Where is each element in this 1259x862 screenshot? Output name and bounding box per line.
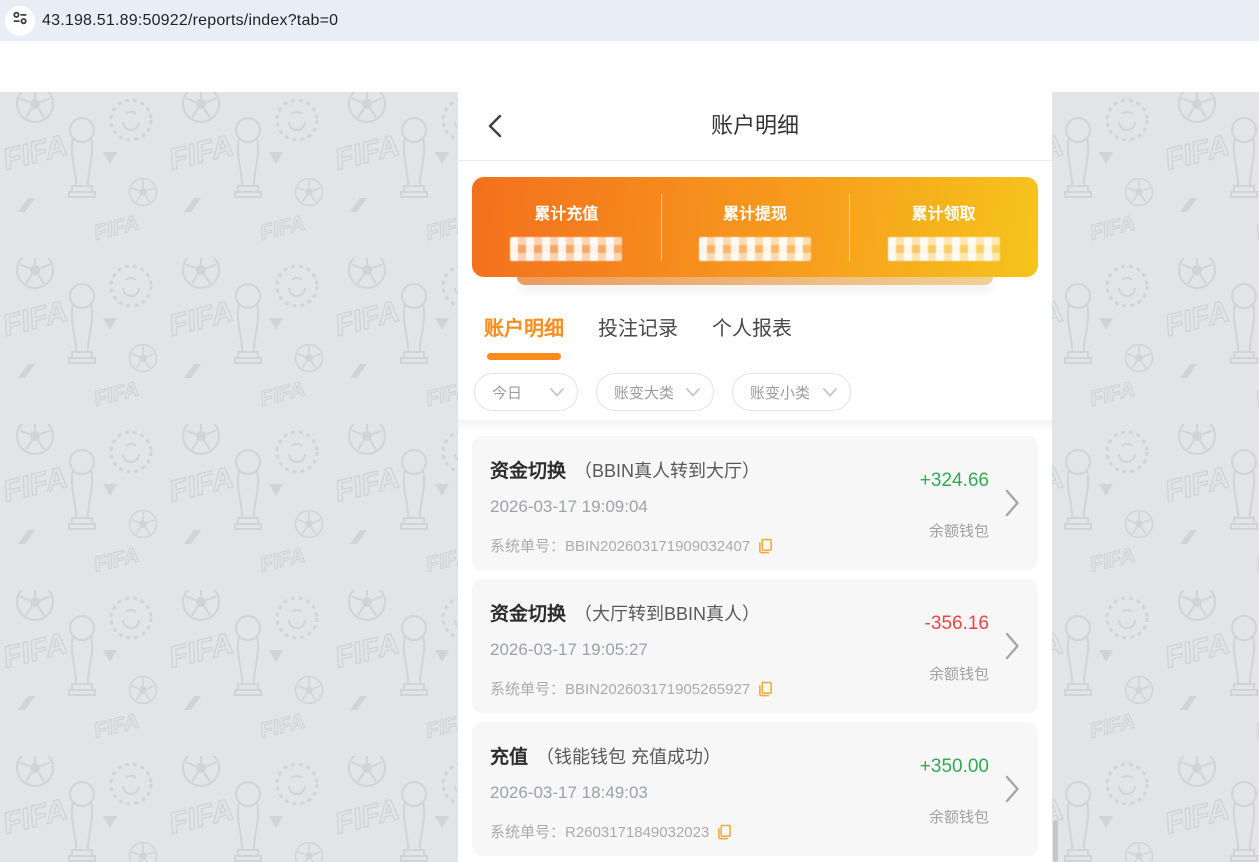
url-text[interactable]: 43.198.51.89:50922/reports/index?tab=0 <box>42 12 338 30</box>
copy-icon <box>718 824 732 839</box>
transaction-type: 资金切换 （大厅转到BBIN真人） <box>490 599 760 626</box>
transaction-list: 资金切换 （BBIN真人转到大厅） 2026-03-17 19:09:04 系统单… <box>472 436 1038 856</box>
transaction-note: （钱能钱包 充值成功） <box>536 747 722 767</box>
back-button[interactable] <box>484 114 506 140</box>
chevron-down-icon <box>686 384 700 401</box>
transaction-wallet: 余额钱包 <box>928 666 989 683</box>
filters: 今日 账变大类 账变小类 <box>474 373 1052 411</box>
transaction-type: 充值 （钱能钱包 充值成功） <box>490 742 721 769</box>
filters-bottom-shadow <box>458 420 1052 432</box>
filter-minor-category-dropdown[interactable]: 账变小类 <box>732 373 851 411</box>
transaction-type-label: 充值 <box>490 747 529 768</box>
stat-total-claimed: 累计领取 <box>849 177 1038 277</box>
transaction-datetime: 2026-03-17 19:05:27 <box>490 640 648 659</box>
transaction-note: （大厅转到BBIN真人） <box>574 604 761 624</box>
copy-icon <box>759 538 773 553</box>
copy-button[interactable] <box>717 824 732 840</box>
stat-label: 累计领取 <box>911 206 976 223</box>
active-tab-underline <box>487 353 561 360</box>
tab-personal-report[interactable]: 个人报表 <box>712 312 792 341</box>
transaction-order: 系统单号：BBIN202603171905265927 <box>490 678 773 699</box>
transaction-order: 系统单号：BBIN202603171909032407 <box>490 535 773 556</box>
stat-total-deposit: 累计充值 <box>472 177 661 277</box>
transaction-order: 系统单号：R2603171849032023 <box>490 821 732 842</box>
order-number: 系统单号：R2603171849032023 <box>490 824 710 841</box>
filter-date-dropdown[interactable]: 今日 <box>474 373 578 411</box>
filter-label: 账变大类 <box>614 384 675 402</box>
chevron-down-icon <box>823 384 837 401</box>
masked-value <box>699 237 811 261</box>
filter-label: 账变小类 <box>750 384 811 402</box>
filter-label: 今日 <box>492 384 523 402</box>
masked-value <box>887 237 1000 261</box>
site-settings-button[interactable] <box>5 5 35 36</box>
transaction-row[interactable]: 资金切换 （BBIN真人转到大厅） 2026-03-17 19:09:04 系统单… <box>472 436 1038 570</box>
stat-label: 累计提现 <box>723 206 788 223</box>
order-number: 系统单号：BBIN202603171909032407 <box>490 538 751 555</box>
transaction-row[interactable]: 充值 （钱能钱包 充值成功） 2026-03-17 18:49:03 系统单号：R… <box>472 722 1038 856</box>
chevron-left-icon <box>486 114 504 141</box>
browser-address-bar: 43.198.51.89:50922/reports/index?tab=0 <box>0 0 1259 41</box>
tab-label: 投注记录 <box>598 318 678 340</box>
chevron-down-icon <box>550 384 564 401</box>
page-header: 账户明细 <box>458 92 1052 161</box>
copy-button[interactable] <box>758 681 773 697</box>
masked-value <box>510 237 623 261</box>
transaction-wallet: 余额钱包 <box>928 523 989 540</box>
chevron-right-icon <box>1005 489 1020 522</box>
app-content: 账户明细 累计充值 累计提现 累计领取 账户明细 投注记录 个人报表 今日 账变… <box>458 92 1052 862</box>
tune-toggles-icon <box>11 9 29 32</box>
transaction-amount: +350.00 <box>919 756 989 777</box>
tab-label: 账户明细 <box>484 318 564 340</box>
transaction-amount: +324.66 <box>919 470 989 491</box>
transaction-type-label: 资金切换 <box>490 461 567 482</box>
transaction-row[interactable]: 资金切换 （大厅转到BBIN真人） 2026-03-17 19:05:27 系统单… <box>472 579 1038 713</box>
transaction-amount: -356.16 <box>924 613 989 634</box>
chevron-right-icon <box>1005 775 1020 808</box>
tab-bet-records[interactable]: 投注记录 <box>598 312 678 341</box>
transaction-wallet: 余额钱包 <box>928 809 989 826</box>
copy-button[interactable] <box>758 538 773 554</box>
stat-label: 累计充值 <box>534 206 599 223</box>
transaction-type-label: 资金切换 <box>490 604 567 625</box>
scrollbar-thumb[interactable] <box>1053 820 1058 862</box>
chevron-right-icon <box>1005 632 1020 665</box>
order-number: 系统单号：BBIN202603171905265927 <box>490 681 751 698</box>
copy-icon <box>759 681 773 696</box>
tabs: 账户明细 投注记录 个人报表 <box>484 312 1052 360</box>
stats-card: 累计充值 累计提现 累计领取 <box>472 177 1038 277</box>
stat-total-withdrawal: 累计提现 <box>660 177 850 277</box>
filter-major-category-dropdown[interactable]: 账变大类 <box>596 373 714 411</box>
transaction-datetime: 2026-03-17 18:49:03 <box>490 783 648 802</box>
transaction-datetime: 2026-03-17 19:09:04 <box>490 497 648 516</box>
transaction-type: 资金切换 （BBIN真人转到大厅） <box>490 456 760 483</box>
tab-account-detail[interactable]: 账户明细 <box>484 312 564 360</box>
page-title: 账户明细 <box>710 113 799 138</box>
tab-label: 个人报表 <box>712 318 792 340</box>
stats-card-shadow-bar <box>517 277 993 285</box>
stats-section: 累计充值 累计提现 累计领取 <box>458 161 1052 285</box>
transaction-note: （BBIN真人转到大厅） <box>574 461 761 481</box>
